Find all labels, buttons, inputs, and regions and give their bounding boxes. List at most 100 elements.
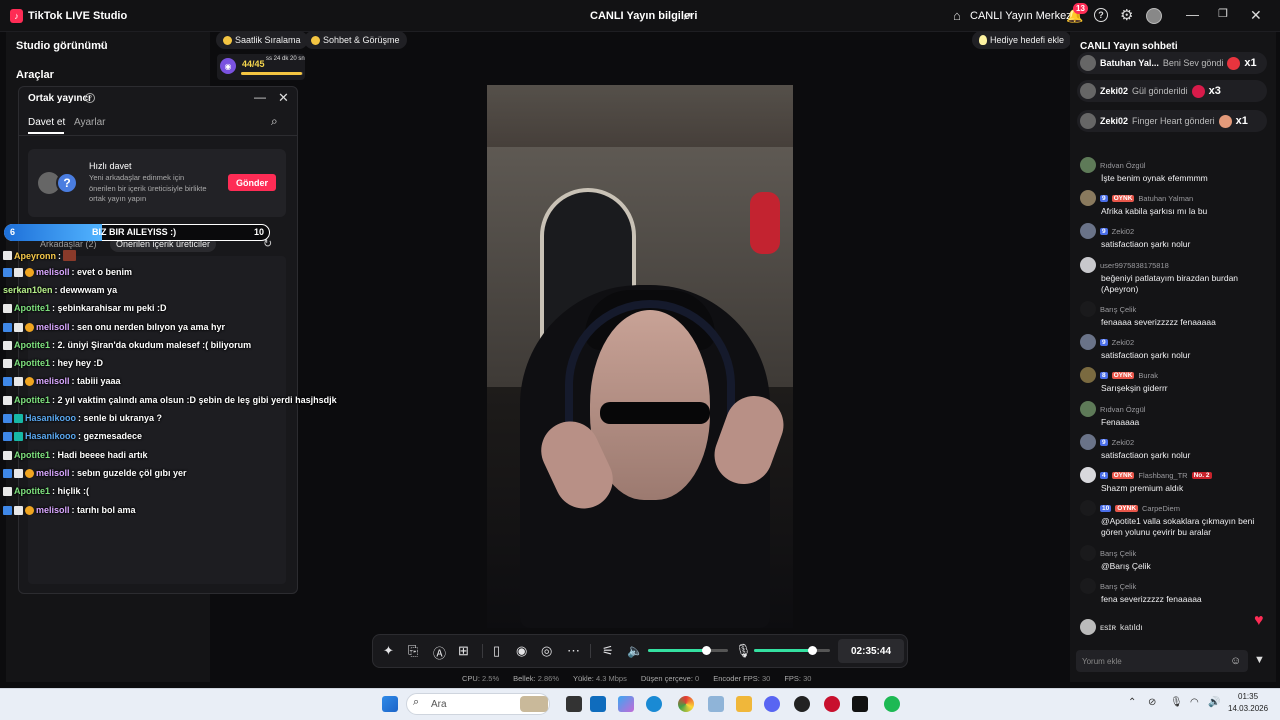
tiktok-live-studio-icon[interactable] bbox=[852, 696, 868, 712]
add-scene-icon[interactable]: ⊞ bbox=[458, 643, 469, 659]
video-ceiling bbox=[487, 85, 793, 147]
chat-username[interactable]: Burak bbox=[1138, 371, 1158, 380]
chat-username[interactable]: Zeki02 bbox=[1112, 227, 1135, 236]
avatar[interactable] bbox=[1080, 467, 1096, 483]
chat-message: Rıdvan Özgül Fenaaaaa bbox=[1080, 401, 1266, 428]
chat-username[interactable]: Barış Çelik bbox=[1100, 582, 1136, 591]
avatar[interactable] bbox=[1080, 190, 1096, 206]
avatar[interactable] bbox=[1080, 257, 1096, 273]
add-gift-goal-button[interactable]: Hediye hedefi ekle bbox=[972, 31, 1072, 49]
chat-message: 10 OYNK CarpeDiem @Apotite1 valla sokaklara… bbox=[1080, 500, 1266, 538]
network-off-icon[interactable]: ⊘ bbox=[1148, 697, 1156, 708]
avatar[interactable] bbox=[1146, 8, 1162, 24]
tab-invite[interactable]: Davet et bbox=[28, 117, 65, 128]
volume-icon[interactable]: 🔊 bbox=[1208, 697, 1220, 708]
cohost-close-button[interactable]: ✕ bbox=[278, 90, 289, 106]
chat-username[interactable]: Barış Çelik bbox=[1100, 305, 1136, 314]
file-explorer-icon[interactable] bbox=[736, 696, 752, 712]
translate-icon[interactable]: ⎘ bbox=[408, 643, 418, 659]
hourly-ranking-label: Saatlik Sıralama bbox=[235, 35, 301, 45]
microphone-icon[interactable]: 🎙 bbox=[1170, 697, 1183, 708]
chat-username[interactable]: Zeki02 bbox=[1112, 438, 1135, 447]
minimize-button[interactable]: — bbox=[1186, 7, 1199, 22]
avatar[interactable] bbox=[1080, 334, 1096, 350]
more-icon[interactable]: ⋯ bbox=[567, 643, 580, 659]
wifi-icon[interactable]: ◠ bbox=[1190, 697, 1199, 708]
avatar[interactable] bbox=[1080, 500, 1096, 516]
maximize-button[interactable]: ❐ bbox=[1218, 7, 1228, 20]
overlay-chat-text: : gezmesadece bbox=[78, 431, 143, 441]
microphone-icon[interactable]: 🎙 bbox=[735, 643, 752, 659]
avatar[interactable] bbox=[1080, 401, 1096, 417]
avatar[interactable] bbox=[1080, 367, 1096, 383]
cohost-minimize-button[interactable]: — bbox=[254, 90, 266, 104]
close-button[interactable]: ✕ bbox=[1250, 7, 1262, 24]
emoji-icon[interactable]: ☺ bbox=[1230, 655, 1241, 667]
share-icon[interactable]: ↗ bbox=[682, 9, 692, 23]
app-red-icon[interactable] bbox=[824, 696, 840, 712]
chat-message: user9975838175818 beğeniyi patlatayım bir… bbox=[1080, 257, 1266, 295]
search-icon[interactable]: ⌕ bbox=[271, 114, 278, 129]
copilot-icon[interactable] bbox=[618, 696, 634, 712]
clock-date[interactable]: 14.03.2026 bbox=[1228, 704, 1268, 713]
outlook-icon[interactable] bbox=[590, 696, 606, 712]
ai-icon[interactable]: Ⓐ bbox=[433, 643, 446, 662]
studio-view-dropdown[interactable]: Studio görünümü bbox=[16, 40, 108, 52]
discord-icon[interactable] bbox=[764, 696, 780, 712]
spotify-icon[interactable] bbox=[884, 696, 900, 712]
magic-wand-icon[interactable]: ✦ bbox=[383, 643, 394, 659]
chat-username[interactable]: CarpeDiem bbox=[1142, 504, 1180, 513]
gift-icon bbox=[1227, 56, 1241, 70]
avatar bbox=[1080, 55, 1096, 71]
info-icon[interactable]: ? bbox=[85, 93, 95, 103]
overlay-chat-text: : hiçlik :( bbox=[52, 486, 90, 496]
phone-icon[interactable]: ▯ bbox=[493, 643, 500, 659]
chevron-up-icon[interactable]: ⌃ bbox=[1128, 697, 1136, 708]
send-button[interactable]: Gönder bbox=[228, 174, 276, 191]
live-center-button[interactable]: CANLI Yayın Merkezi bbox=[970, 10, 1074, 22]
badge-icon bbox=[14, 468, 23, 478]
adjust-icon[interactable]: ⚟ bbox=[602, 643, 614, 659]
windows-start-icon[interactable] bbox=[382, 696, 398, 712]
chat-message: Barış Çelik @Barış Çelik bbox=[1080, 545, 1266, 572]
avatar[interactable] bbox=[1080, 157, 1096, 173]
chat-message-text: satisfactiaon şarkı nolur bbox=[1101, 450, 1191, 460]
record-icon[interactable]: ◉ bbox=[516, 643, 527, 659]
chat-username[interactable]: Batuhan Yalman bbox=[1138, 194, 1193, 203]
avatar[interactable] bbox=[1080, 545, 1096, 561]
chat-username[interactable]: Zeki02 bbox=[1112, 338, 1135, 347]
steam-icon[interactable] bbox=[794, 696, 810, 712]
help-icon[interactable]: ? bbox=[1094, 8, 1108, 22]
gear-icon[interactable]: ⚙ bbox=[1120, 6, 1133, 24]
clock-time[interactable]: 01:35 bbox=[1238, 692, 1258, 701]
comment-input[interactable]: Yorum ekle bbox=[1076, 650, 1248, 672]
chat-message-text: Afrika kabila şarkısı mı la bu bbox=[1101, 206, 1208, 216]
speaker-icon[interactable]: 🔈 bbox=[627, 643, 643, 659]
chat-username[interactable]: Rıdvan Özgül bbox=[1100, 161, 1145, 170]
avatar[interactable] bbox=[1080, 434, 1096, 450]
edge-icon[interactable] bbox=[646, 696, 662, 712]
home-icon[interactable]: ⌂ bbox=[953, 8, 961, 23]
chevron-down-icon[interactable]: ⌄ bbox=[98, 39, 106, 50]
avatar[interactable] bbox=[1080, 578, 1096, 594]
active-tab-indicator bbox=[28, 132, 64, 134]
chat-username[interactable]: Flashbang_TR bbox=[1138, 471, 1187, 480]
avatar[interactable] bbox=[1080, 223, 1096, 239]
chat-call-button[interactable]: Sohbet & Görüşme bbox=[304, 31, 407, 49]
chat-username[interactable]: user9975838175818 bbox=[1100, 261, 1169, 270]
hourly-ranking-button[interactable]: Saatlik Sıralama bbox=[216, 31, 308, 49]
chat-username[interactable]: Rıdvan Özgül bbox=[1100, 405, 1145, 414]
settings-app-icon[interactable] bbox=[708, 696, 724, 712]
tab-settings[interactable]: Ayarlar bbox=[74, 117, 106, 128]
chrome-icon[interactable] bbox=[678, 696, 694, 712]
mic-volume-knob[interactable] bbox=[807, 646, 817, 655]
chat-username[interactable]: Barış Çelik bbox=[1100, 549, 1136, 558]
task-view-icon[interactable] bbox=[566, 696, 582, 712]
overlay-chat-username: melisoll bbox=[36, 267, 70, 277]
chat-message-text: @Apotite1 valla sokaklara çıkmayın beni … bbox=[1101, 516, 1255, 537]
overlay-chat-text: : hey hey :D bbox=[52, 358, 104, 368]
avatar[interactable] bbox=[1080, 301, 1096, 317]
send-icon[interactable]: ▼ bbox=[1254, 654, 1265, 666]
camera-effects-icon[interactable]: ◎ bbox=[541, 643, 552, 659]
overlay-chat-text: : bbox=[58, 250, 62, 261]
